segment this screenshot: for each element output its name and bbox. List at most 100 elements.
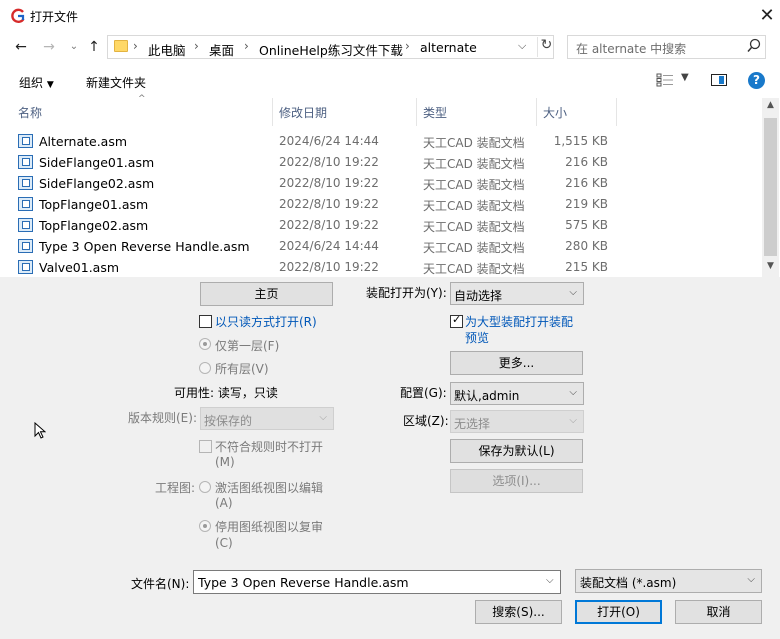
file-size: 575 KB — [565, 218, 608, 232]
breadcrumb-alternate[interactable]: alternate — [420, 40, 477, 55]
forward-arrow-icon[interactable]: → — [39, 37, 59, 57]
readonly-label[interactable]: 以只读方式打开(R) — [215, 313, 317, 330]
column-divider[interactable] — [616, 98, 617, 126]
all-levels-radio[interactable] — [199, 362, 211, 374]
all-levels-label: 所有层(V) — [215, 362, 269, 376]
file-modified: 2022/8/10 19:22 — [279, 218, 379, 232]
new-folder-button[interactable]: 新建文件夹 — [86, 74, 146, 91]
home-button[interactable]: 主页 — [200, 282, 333, 306]
search-input[interactable]: 在 alternate 中搜索 — [567, 35, 766, 59]
scroll-down-icon[interactable]: ▼ — [762, 261, 779, 271]
back-arrow-icon[interactable]: ← — [11, 37, 31, 57]
chevron-down-icon: ⌵ — [319, 412, 327, 423]
recent-locations-chevron-icon[interactable]: ⌄ — [64, 37, 84, 57]
file-type-select[interactable]: 装配文档 (*.asm) ⌵ — [575, 569, 762, 593]
no-match-checkbox[interactable] — [199, 440, 212, 453]
file-type: 天工CAD 装配文档 — [423, 157, 525, 171]
first-level-label: 仅第一层(F) — [215, 339, 280, 353]
breadcrumb-desktop[interactable]: 桌面 — [209, 40, 234, 59]
chevron-down-icon: ⌵ — [569, 287, 577, 298]
version-rule-select[interactable]: 按保存的 ⌵ — [200, 407, 334, 430]
file-type: 天工CAD 装配文档 — [423, 178, 525, 192]
help-icon[interactable]: ? — [748, 72, 765, 89]
column-header-modified[interactable]: 修改日期 — [279, 104, 327, 121]
file-name: SideFlange02.asm — [39, 176, 155, 191]
first-level-radio[interactable] — [199, 338, 211, 350]
file-row[interactable]: Alternate.asm 2024/6/24 14:44 天工CAD 装配文档… — [0, 131, 762, 152]
file-size: 219 KB — [565, 197, 608, 211]
folder-icon — [114, 40, 128, 52]
filename-label: 文件名(N): — [131, 577, 190, 591]
refresh-icon[interactable]: ↻ — [537, 37, 553, 57]
config-select[interactable]: 默认,admin ⌵ — [450, 382, 584, 405]
assembly-open-as-value: 自动选择 — [454, 289, 503, 303]
preview-pane-icon[interactable] — [711, 74, 727, 86]
vertical-scrollbar[interactable]: ▲ ▼ — [762, 98, 779, 277]
file-size: 280 KB — [565, 239, 608, 253]
version-rule-label: 版本规则(E): — [128, 411, 197, 425]
column-divider[interactable] — [272, 98, 273, 126]
column-divider[interactable] — [416, 98, 417, 126]
view-options-icon[interactable] — [656, 73, 674, 87]
close-icon[interactable]: ✕ — [755, 4, 779, 28]
file-size: 216 KB — [565, 176, 608, 190]
activate-view-radio[interactable] — [199, 481, 211, 493]
open-button[interactable]: 打开(O) — [575, 600, 662, 624]
activate-view-label: 激活图纸视图以编辑 — [215, 481, 324, 495]
more-button[interactable]: 更多... — [450, 351, 583, 375]
chevron-down-icon: ⌵ — [747, 574, 755, 585]
app-logo-icon — [11, 8, 25, 24]
scroll-up-icon[interactable]: ▲ — [762, 100, 779, 110]
breadcrumb-onlinehelp[interactable]: OnlineHelp练习文件下载 — [259, 40, 403, 59]
address-dropdown-chevron-icon[interactable]: ⌵ — [518, 39, 534, 53]
file-row[interactable]: TopFlange02.asm 2022/8/10 19:22 天工CAD 装配… — [0, 215, 762, 236]
filename-input[interactable]: Type 3 Open Reverse Handle.asm ⌵ — [193, 570, 561, 594]
assembly-file-icon — [18, 260, 33, 274]
readonly-checkbox[interactable] — [199, 315, 212, 328]
organize-button[interactable]: 组织 ▼ — [19, 74, 54, 91]
assembly-open-as-select[interactable]: 自动选择 ⌵ — [450, 282, 584, 305]
file-row[interactable]: TopFlange01.asm 2022/8/10 19:22 天工CAD 装配… — [0, 194, 762, 215]
zone-label: 区域(Z): — [403, 414, 449, 428]
breadcrumb-separator-icon: › — [405, 39, 410, 53]
up-arrow-icon[interactable]: ↑ — [84, 37, 104, 57]
file-row[interactable]: SideFlange02.asm 2022/8/10 19:22 天工CAD 装… — [0, 173, 762, 194]
deactivate-view-radio[interactable] — [199, 520, 211, 532]
file-modified: 2022/8/10 19:22 — [279, 260, 379, 274]
address-bar[interactable]: › 此电脑 › 桌面 › OnlineHelp练习文件下载 › alternat… — [107, 35, 554, 59]
file-row[interactable]: SideFlange01.asm 2022/8/10 19:22 天工CAD 装… — [0, 152, 762, 173]
large-preview-checkbox[interactable]: ✓ — [450, 313, 463, 328]
file-name: TopFlange02.asm — [39, 218, 149, 233]
column-header-name[interactable]: 名称 — [18, 104, 42, 121]
file-row[interactable]: Type 3 Open Reverse Handle.asm 2024/6/24… — [0, 236, 762, 257]
file-name: Type 3 Open Reverse Handle.asm — [39, 239, 250, 254]
breadcrumb-this-pc[interactable]: 此电脑 — [148, 40, 186, 59]
file-name: Alternate.asm — [39, 134, 128, 149]
options-button[interactable]: 选项(I)... — [450, 469, 583, 493]
zone-select[interactable]: 无选择 ⌵ — [450, 410, 584, 433]
save-default-button[interactable]: 保存为默认(L) — [450, 439, 583, 463]
assembly-open-as-label: 装配打开为(Y): — [366, 286, 447, 300]
view-dropdown-icon[interactable]: ▼ — [681, 72, 689, 83]
search-button[interactable]: 搜索(S)... — [475, 600, 562, 624]
title-bar — [0, 0, 780, 32]
file-row[interactable]: Valve01.asm 2022/8/10 19:22 天工CAD 装配文档 2… — [0, 257, 762, 278]
sort-caret-icon: ^ — [138, 94, 146, 104]
search-icon — [747, 38, 761, 52]
organize-dropdown-icon: ▼ — [46, 80, 54, 90]
cancel-button[interactable]: 取消 — [675, 600, 762, 624]
large-preview-label-cont[interactable]: 预览 — [465, 329, 489, 346]
search-placeholder: 在 alternate 中搜索 — [576, 42, 687, 56]
large-preview-label[interactable]: 为大型装配打开装配 — [465, 313, 573, 330]
column-header-size[interactable]: 大小 — [543, 104, 567, 121]
scroll-thumb[interactable] — [764, 118, 777, 256]
no-match-label: 不符合规则时不打开 — [215, 440, 324, 454]
organize-label: 组织 — [19, 76, 44, 90]
chevron-down-icon: ⌵ — [569, 415, 577, 426]
filename-dropdown-chevron-icon[interactable]: ⌵ — [546, 575, 554, 586]
column-divider[interactable] — [536, 98, 537, 126]
breadcrumb-separator-icon: › — [194, 39, 199, 53]
chevron-down-icon: ⌵ — [569, 387, 577, 398]
filename-value: Type 3 Open Reverse Handle.asm — [198, 575, 409, 590]
column-header-type[interactable]: 类型 — [423, 104, 447, 121]
